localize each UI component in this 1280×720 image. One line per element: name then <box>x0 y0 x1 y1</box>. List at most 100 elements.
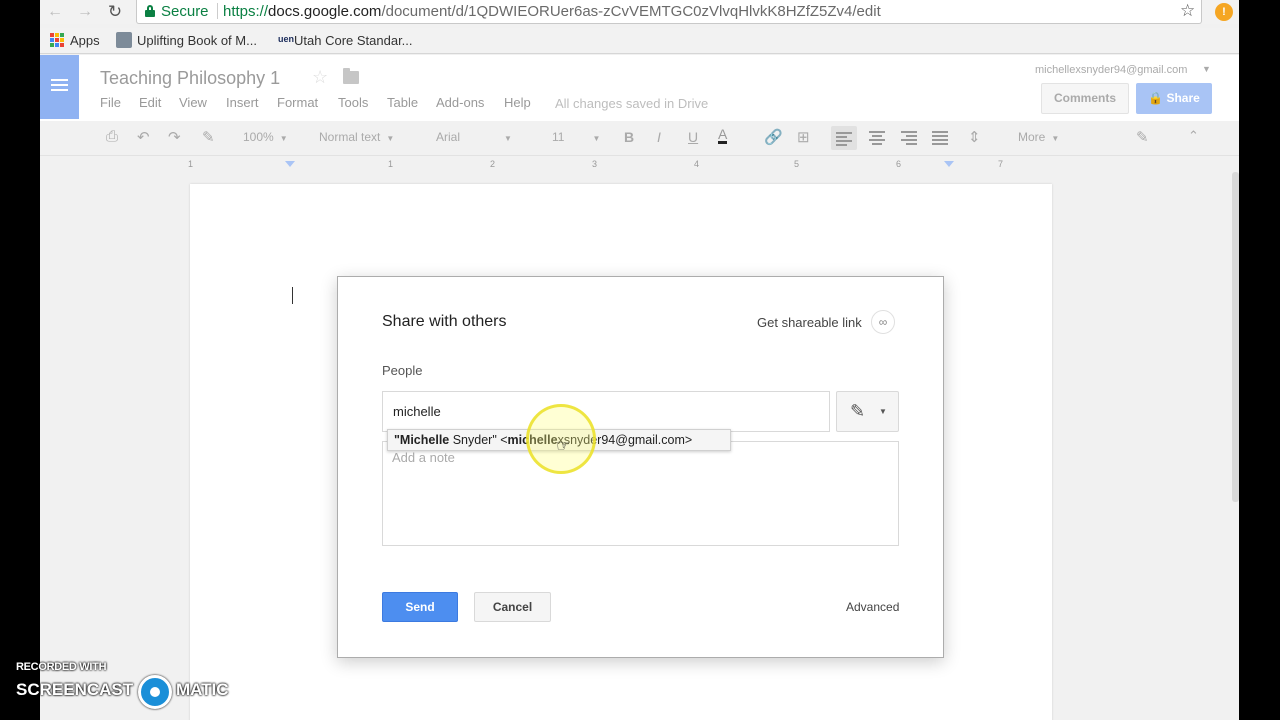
more-menu[interactable]: More ▼ <box>1018 130 1059 144</box>
bookmark-utah-core[interactable]: Utah Core Standar... <box>294 33 413 48</box>
ruler-number: 4 <box>694 159 700 169</box>
watermark-recorded-with: RECORDED WITH <box>16 661 107 673</box>
browser-toolbar: ← → ↻ Secure https://docs.google.com/doc… <box>40 0 1239 24</box>
ruler-number: 5 <box>794 159 800 169</box>
people-label: People <box>382 363 423 378</box>
send-button[interactable]: Send <box>382 592 458 622</box>
ruler-number: 2 <box>490 159 496 169</box>
align-left-button[interactable] <box>831 126 857 150</box>
save-status[interactable]: All changes saved in Drive <box>555 96 708 111</box>
secure-label: Secure <box>161 3 209 20</box>
uen-logo-icon: uen <box>278 34 295 44</box>
underline-button[interactable]: U <box>688 129 698 145</box>
ruler-number: 1 <box>388 159 394 169</box>
forward-icon[interactable]: → <box>74 2 96 22</box>
ruler-number: 3 <box>592 159 598 169</box>
undo-icon[interactable]: ↶ <box>137 128 150 146</box>
chevron-down-icon: ▼ <box>504 134 512 143</box>
font-select[interactable]: Arial ▼ <box>436 130 512 144</box>
menu-addons[interactable]: Add-ons <box>436 95 484 110</box>
ruler-number: 7 <box>998 159 1004 169</box>
apps-grid-icon[interactable] <box>50 33 64 47</box>
watermark-brand-left: SCREENCAST <box>16 680 134 699</box>
style-select[interactable]: Normal text ▼ <box>319 130 394 144</box>
advanced-link[interactable]: Advanced <box>846 600 899 614</box>
permission-dropdown[interactable]: ✎ ▼ <box>836 391 899 432</box>
url-host: docs.google.com <box>268 3 382 20</box>
share-button-label: Share <box>1166 91 1200 105</box>
menu-format[interactable]: Format <box>277 95 318 110</box>
reload-icon[interactable]: ↻ <box>104 2 126 22</box>
menu-edit[interactable]: Edit <box>139 95 161 110</box>
zoom-value: 100% <box>243 130 274 144</box>
chevron-down-icon: ▼ <box>879 407 887 416</box>
share-button[interactable]: 🔒 Share <box>1136 83 1212 114</box>
comments-button[interactable]: Comments <box>1041 83 1129 114</box>
back-icon[interactable]: ← <box>44 2 66 22</box>
left-indent-marker-icon[interactable] <box>285 161 295 167</box>
right-indent-marker-icon[interactable] <box>944 161 954 167</box>
line-spacing-icon[interactable]: ⇕ <box>968 128 981 146</box>
style-value: Normal text <box>319 130 381 144</box>
bookmark-apps[interactable]: Apps <box>70 33 100 48</box>
align-right-icon[interactable] <box>901 131 917 147</box>
collapse-chevron-icon[interactable]: ⌃ <box>1188 128 1199 144</box>
url-scheme: https:// <box>223 3 269 20</box>
url-separator <box>217 3 218 19</box>
folder-icon[interactable] <box>343 68 359 84</box>
extension-icon[interactable]: ! <box>1215 3 1233 21</box>
menu-view[interactable]: View <box>179 95 207 110</box>
bookmark-thumbnail-icon <box>116 32 132 48</box>
font-size-select[interactable]: 11 ▼ <box>552 130 600 144</box>
ruler-number: 1 <box>188 159 194 169</box>
italic-button[interactable]: I <box>657 129 661 145</box>
menu-help[interactable]: Help <box>504 95 531 110</box>
bold-button[interactable]: B <box>624 129 634 145</box>
get-shareable-link[interactable]: Get shareable link <box>757 315 862 330</box>
dialog-title: Share with others <box>382 313 507 330</box>
account-email[interactable]: michellexsnyder94@gmail.com <box>1035 64 1187 76</box>
menu-tools[interactable]: Tools <box>338 95 368 110</box>
star-icon[interactable]: ☆ <box>312 67 328 88</box>
link-icon[interactable]: ∞ <box>871 310 895 334</box>
insert-comment-icon[interactable]: ⊞ <box>797 128 810 146</box>
hand-pointer-icon: ☞ <box>556 438 571 455</box>
print-icon[interactable]: ⎙ <box>106 128 118 145</box>
paint-format-icon[interactable]: ✎ <box>202 128 215 146</box>
editing-mode-pencil-icon[interactable]: ✎ <box>1136 128 1149 146</box>
note-field[interactable] <box>382 441 899 546</box>
suggestion-text: Snyder" < <box>449 433 508 447</box>
watermark-brand: SCREENCAST MATIC <box>16 680 229 700</box>
share-lock-icon: 🔒 <box>1148 91 1164 105</box>
chevron-down-icon: ▼ <box>592 134 601 143</box>
bookmark-star-icon[interactable]: ☆ <box>1180 1 1195 21</box>
redo-icon[interactable]: ↷ <box>168 128 181 146</box>
ruler-number: 6 <box>896 159 902 169</box>
bookmark-uplifting-book[interactable]: Uplifting Book of M... <box>137 33 257 48</box>
suggestion-name-bold: "Michelle <box>394 433 450 447</box>
menu-insert[interactable]: Insert <box>226 95 259 110</box>
zoom-select[interactable]: 100% ▼ <box>243 130 288 144</box>
align-justify-icon[interactable] <box>932 131 948 147</box>
docs-home-icon[interactable] <box>40 55 79 119</box>
scrollbar[interactable] <box>1232 172 1239 502</box>
menu-table[interactable]: Table <box>387 95 418 110</box>
cancel-button[interactable]: Cancel <box>474 592 551 622</box>
account-caret-icon[interactable]: ▼ <box>1202 64 1211 74</box>
menu-file[interactable]: File <box>100 95 121 110</box>
ruler[interactable]: 1 1 2 3 4 5 6 7 <box>188 157 1050 171</box>
screen: ← → ↻ Secure https://docs.google.com/doc… <box>40 0 1239 720</box>
document-title[interactable]: Teaching Philosophy 1 <box>100 68 280 89</box>
chevron-down-icon: ▼ <box>279 134 288 143</box>
people-input[interactable] <box>382 391 830 432</box>
address-bar[interactable]: Secure https://docs.google.com/document/… <box>136 0 1202 24</box>
formatting-toolbar: ⎙ ↶ ↷ ✎ 100% ▼ Normal text ▼ Arial ▼ 11 ▼ B … <box>40 121 1239 156</box>
docs-header: Teaching Philosophy 1 ☆ File Edit View I… <box>40 55 1239 121</box>
text-color-button[interactable]: A <box>718 127 728 144</box>
link-icon[interactable]: 🔗 <box>764 128 783 146</box>
url-path: /document/d/1QDWIEORUer6as-zCvVEMTGC0zVl… <box>381 3 881 20</box>
align-left-icon <box>836 132 852 148</box>
lock-icon <box>145 5 155 17</box>
align-center-icon[interactable] <box>869 131 885 147</box>
url-text[interactable]: https://docs.google.com/document/d/1QDWI… <box>223 3 881 20</box>
